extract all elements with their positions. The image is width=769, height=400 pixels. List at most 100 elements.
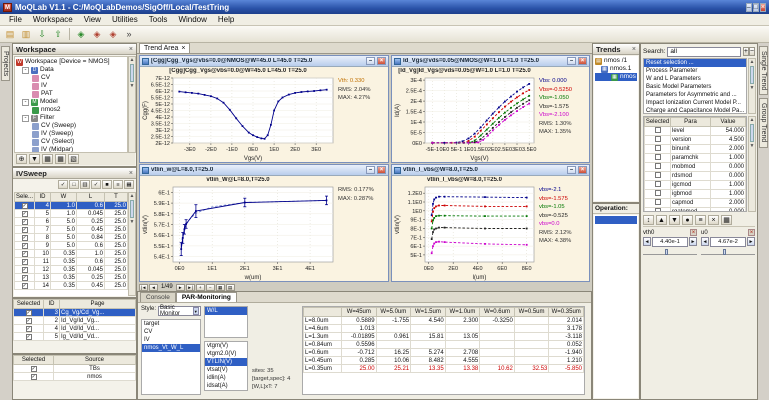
list-item[interactable]: Parameters for Asymmetric and ... — [644, 91, 746, 99]
table-row[interactable]: ✓3Cg_Vg/Cd_Vg... — [14, 309, 136, 317]
checkbox[interactable]: ✓ — [26, 326, 32, 332]
column-header[interactable]: Value — [711, 118, 746, 127]
list-item[interactable]: idlin(A) — [205, 374, 247, 382]
slider-thumb[interactable] — [665, 249, 668, 255]
menu-item-utilities[interactable]: Utilities — [107, 14, 143, 25]
column-header[interactable]: W=1.0um — [445, 308, 480, 317]
monitor-row[interactable]: L=0.45um0.28510.068.4824.5551.210 — [304, 357, 584, 365]
param-row[interactable]: rdsmod0.000 — [645, 172, 746, 181]
list-pages-button[interactable]: ▤ — [226, 284, 235, 291]
decrement-button[interactable]: ◄ — [643, 237, 651, 246]
close-icon[interactable]: × — [632, 46, 636, 53]
table-row[interactable]: ✓95.00.625.0 — [15, 242, 128, 250]
param-slider[interactable] — [701, 249, 755, 255]
table-row[interactable]: ✓nmos — [14, 373, 136, 381]
list-item[interactable]: vtgm(V) — [205, 342, 247, 350]
table-row[interactable]: ✓75.00.4525.0 — [15, 226, 128, 234]
remove-param-icon[interactable]: × — [690, 229, 697, 236]
checkbox[interactable]: ✓ — [22, 219, 28, 225]
column-header[interactable]: W — [51, 193, 77, 202]
trends-panel-header[interactable]: Trends × — [593, 44, 639, 55]
param-row[interactable]: igbmod1.000 — [645, 190, 746, 199]
tree-item[interactable]: nmos2 — [16, 106, 126, 114]
list-item[interactable]: vtsat(V) — [205, 366, 247, 374]
increment-button[interactable]: ► — [747, 237, 755, 246]
next-page-button[interactable]: ► — [176, 284, 185, 291]
minimize-button[interactable]: – — [746, 3, 752, 12]
column-header[interactable]: W=0.6um — [480, 308, 515, 317]
column-header[interactable]: Source — [54, 356, 136, 365]
checkbox[interactable]: ✓ — [26, 318, 32, 324]
close-tab-icon[interactable]: × — [181, 44, 185, 53]
column-header[interactable]: Page — [60, 300, 136, 309]
tree-item[interactable]: CV (Sweep) — [16, 122, 126, 130]
tree-item[interactable]: IV (Sweep) — [16, 130, 126, 138]
checkbox[interactable] — [655, 145, 661, 151]
table-row[interactable]: ✓130.350.2525.0 — [15, 274, 128, 282]
checkbox[interactable]: ✓ — [22, 283, 28, 289]
tab-trend-area[interactable]: Trend Area × — [139, 43, 190, 53]
param-table-scrollbar[interactable]: ▲▼ — [748, 116, 756, 212]
link-data-icon[interactable]: ◈ — [90, 27, 104, 41]
add-page-button[interactable]: + — [196, 284, 205, 291]
tab-par-monitoring[interactable]: PAR-Monitoring — [176, 292, 237, 302]
column-header[interactable]: W=0.5um — [514, 308, 549, 317]
menu-item-view[interactable]: View — [79, 14, 106, 25]
param-slider[interactable] — [643, 249, 697, 255]
param-value[interactable]: 4.40e-1 — [652, 237, 688, 247]
import-table-icon[interactable]: ▦ — [42, 154, 53, 164]
param-row[interactable]: igcmod1.000 — [645, 181, 746, 190]
table-row[interactable]: ✓41.00.625.0 — [15, 202, 128, 210]
menu-item-workspace[interactable]: Workspace — [28, 14, 78, 25]
ivsweep-scrollbar[interactable]: ▲▼ — [128, 192, 136, 296]
clear-icon[interactable]: × — [708, 215, 719, 225]
block-icon[interactable]: ■ — [102, 180, 112, 189]
checkbox[interactable]: ✓ — [26, 334, 32, 340]
param-row[interactable]: level54.000 — [645, 127, 746, 136]
plot-window-titlebar[interactable]: Id_Vgs@vds=0.05@NMOS@W=1.0 L=1.0 T=25.0 … — [392, 56, 589, 67]
more-tools-chevron[interactable]: » — [122, 27, 136, 41]
list-item[interactable]: Basic Model Parameters — [644, 83, 746, 91]
monitor-row[interactable]: L=1.3um-0.018950.96115.8113.05-3.118 — [304, 333, 584, 341]
list-item[interactable]: IV — [142, 336, 200, 344]
table-row[interactable]: ✓2Id_Vg/Id_Vg... — [14, 317, 136, 325]
export-data-icon[interactable]: ⇧ — [51, 27, 65, 41]
monitor-row[interactable]: L=0.35um25.0025.2113.3513.3810.6232.53-5… — [304, 365, 584, 373]
minimize-window-icon[interactable]: – — [567, 166, 576, 174]
tree-item[interactable]: IV (Midpar) — [16, 146, 126, 153]
open-project-icon[interactable]: ▤ — [3, 27, 17, 41]
checkbox[interactable] — [655, 172, 661, 178]
first-page-button[interactable]: |◄ — [139, 284, 148, 291]
filter-icon[interactable]: ▼ — [29, 154, 40, 164]
menu-item-file[interactable]: File — [4, 14, 27, 25]
checkbox[interactable]: ✓ — [22, 203, 28, 209]
title-bar[interactable]: M MoQLab V1.1 - C:/MoQLabDemos/SigOff/Lo… — [0, 0, 769, 14]
step-down-icon[interactable]: ▼ — [669, 215, 680, 225]
minimize-window-icon[interactable]: – — [366, 57, 375, 65]
last-page-button[interactable]: ►| — [186, 284, 195, 291]
table-row[interactable]: ✓100.351.025.0 — [15, 250, 128, 258]
checkbox[interactable]: ✓ — [22, 211, 28, 217]
tree-item[interactable]: PAT — [16, 90, 126, 98]
checkbox[interactable]: ✓ — [22, 243, 28, 249]
list-view-icon[interactable]: ≡ — [113, 180, 123, 189]
checkbox[interactable]: ✓ — [22, 235, 28, 241]
workspace-panel-header[interactable]: Workspace × — [13, 44, 136, 55]
select-none-icon[interactable]: □ — [69, 180, 79, 189]
param-row[interactable]: version4.500 — [645, 136, 746, 145]
maximize-button[interactable]: □ — [753, 3, 759, 12]
column-header[interactable]: ID — [35, 193, 51, 202]
link-filter-icon[interactable]: ◈ — [106, 27, 120, 41]
checkbox[interactable]: ✓ — [22, 275, 28, 281]
checkbox[interactable] — [655, 199, 661, 205]
table-row[interactable]: ✓51.00.04525.0 — [15, 210, 128, 218]
monitor-row[interactable]: L=0.6um-0.71216.255.2742.708-1.940 — [304, 349, 584, 357]
tree-group-data[interactable]: -DData — [16, 66, 126, 74]
list-item[interactable]: VTLIN(V) — [205, 358, 247, 366]
tree-item[interactable]: CV — [16, 74, 126, 82]
minimize-window-icon[interactable]: – — [366, 166, 375, 174]
remove-page-button[interactable]: − — [206, 284, 215, 291]
table-row[interactable]: ✓5Ig_Vd/Id_Vd... — [14, 333, 136, 341]
collapse-icon[interactable]: - — [22, 99, 29, 106]
column-header[interactable]: Selected — [645, 118, 671, 127]
